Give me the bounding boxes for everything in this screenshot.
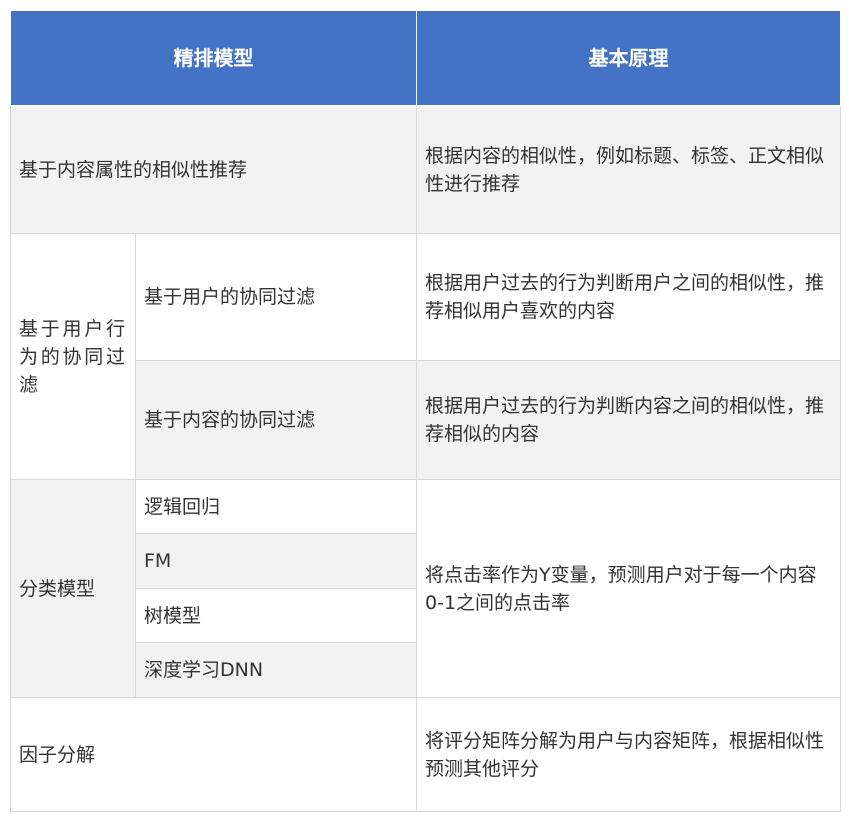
table-row: 分类模型 逻辑回归 将点击率作为Y变量，预测用户对于每一个内容0-1之间的点击率 bbox=[10, 479, 841, 698]
principle-cell: 根据内容的相似性，例如标题、标签、正文相似性进行推荐 bbox=[416, 105, 841, 234]
model-cell: 基于用户的协同过滤 bbox=[135, 233, 417, 361]
group-cell: 基于用户行为的协同过滤 bbox=[10, 233, 136, 480]
header-principle: 基本原理 bbox=[416, 10, 841, 106]
principle-cell: 根据用户过去的行为判断内容之间的相似性，推荐相似的内容 bbox=[416, 360, 841, 480]
principle-cell: 根据用户过去的行为判断用户之间的相似性，推荐相似用户喜欢的内容 bbox=[416, 233, 841, 361]
model-cell: 基于内容的协同过滤 bbox=[135, 360, 417, 480]
submodel-cell: 树模型 bbox=[135, 588, 417, 643]
header-model: 精排模型 bbox=[10, 10, 417, 106]
group-cell: 分类模型 bbox=[10, 479, 136, 698]
table-row: 基于内容属性的相似性推荐 根据内容的相似性，例如标题、标签、正文相似性进行推荐 bbox=[10, 105, 841, 234]
submodel-cell: FM bbox=[135, 533, 417, 589]
table-row: 基于用户行为的协同过滤 基于用户的协同过滤 根据用户过去的行为判断用户之间的相似… bbox=[10, 233, 841, 480]
table-row: 因子分解 将评分矩阵分解为用户与内容矩阵，根据相似性预测其他评分 bbox=[10, 697, 841, 812]
table-row: 基于内容的协同过滤 根据用户过去的行为判断内容之间的相似性，推荐相似的内容 bbox=[11, 360, 841, 480]
table-header-row: 精排模型 基本原理 bbox=[10, 10, 841, 106]
principle-cell: 将点击率作为Y变量，预测用户对于每一个内容0-1之间的点击率 bbox=[416, 479, 841, 698]
recommendation-models-table: 精排模型 基本原理 基于内容属性的相似性推荐 根据内容的相似性，例如标题、标签、… bbox=[10, 10, 841, 812]
submodel-cell: 深度学习DNN bbox=[135, 642, 417, 698]
model-cell: 因子分解 bbox=[10, 697, 417, 812]
principle-cell: 将评分矩阵分解为用户与内容矩阵，根据相似性预测其他评分 bbox=[416, 697, 841, 812]
model-cell: 基于内容属性的相似性推荐 bbox=[10, 105, 417, 234]
submodel-cell: 逻辑回归 bbox=[135, 479, 417, 534]
